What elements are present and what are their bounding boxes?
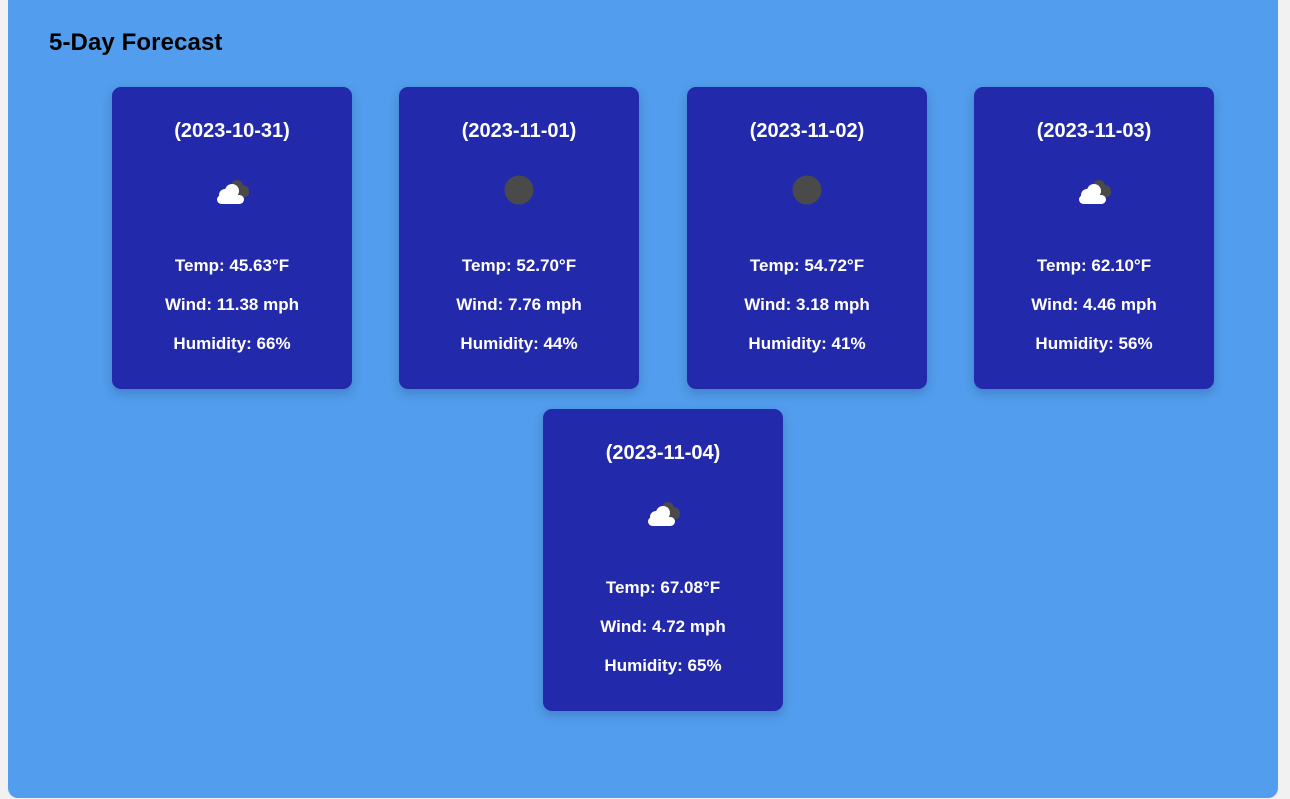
page-title: 5-Day Forecast — [49, 29, 223, 56]
forecast-card: (2023-11-02) Temp: 54.72°F Wind: 3.18 mp… — [687, 87, 927, 389]
wind-value: Wind: 11.38 mph — [165, 295, 299, 314]
temperature-value: Temp: 45.63°F — [174, 256, 290, 275]
clear-night-icon — [782, 169, 832, 209]
wind-value: Wind: 4.46 mph — [1031, 295, 1157, 314]
humidity-value: Humidity: 66% — [173, 334, 291, 353]
humidity-value: Humidity: 56% — [1035, 334, 1153, 353]
temperature-value: Temp: 52.70°F — [461, 256, 577, 275]
temperature-value: Temp: 67.08°F — [605, 578, 721, 597]
humidity-value: Humidity: 44% — [460, 334, 578, 353]
wind-value: Wind: 7.76 mph — [456, 295, 582, 314]
partly-cloudy-icon — [1069, 169, 1119, 209]
forecast-card: (2023-11-04) Temp: 67.08°F Wind: 4.72 mp… — [543, 409, 783, 711]
partly-cloudy-icon — [638, 491, 688, 531]
forecast-date: (2023-11-04) — [605, 442, 721, 464]
forecast-date: (2023-10-31) — [174, 120, 290, 142]
temperature-value: Temp: 54.72°F — [749, 256, 865, 275]
forecast-card: (2023-10-31) Temp: 45.63°F Wind: 11.38 m… — [112, 87, 352, 389]
wind-value: Wind: 4.72 mph — [600, 617, 726, 636]
temperature-value: Temp: 62.10°F — [1036, 256, 1152, 275]
forecast-date: (2023-11-01) — [461, 120, 577, 142]
forecast-card: (2023-11-03) Temp: 62.10°F Wind: 4.46 mp… — [974, 87, 1214, 389]
forecast-date: (2023-11-02) — [749, 120, 865, 142]
forecast-date: (2023-11-03) — [1036, 120, 1152, 142]
partly-cloudy-icon — [207, 169, 257, 209]
humidity-value: Humidity: 65% — [604, 656, 722, 675]
forecast-panel: 5-Day Forecast (2023-10-31) Temp: 45.63°… — [8, 0, 1278, 798]
wind-value: Wind: 3.18 mph — [744, 295, 870, 314]
humidity-value: Humidity: 41% — [748, 334, 866, 353]
clear-night-icon — [494, 169, 544, 209]
forecast-card: (2023-11-01) Temp: 52.70°F Wind: 7.76 mp… — [399, 87, 639, 389]
